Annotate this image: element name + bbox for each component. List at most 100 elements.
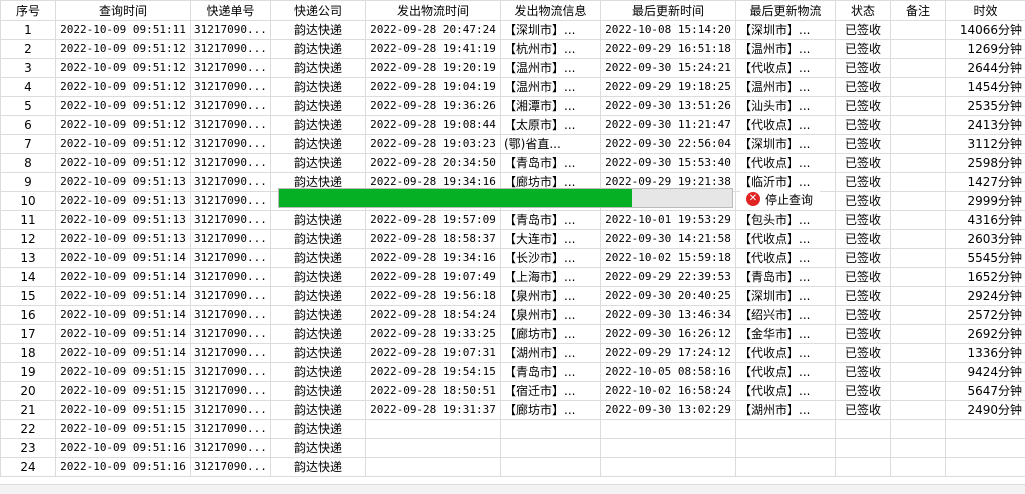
cell-index[interactable]: 5 bbox=[1, 97, 56, 116]
cell-duration[interactable]: 1652分钟 bbox=[946, 268, 1025, 287]
cell-tracking-no[interactable]: 31217090... bbox=[191, 59, 271, 78]
cell-status[interactable]: 已签收 bbox=[836, 287, 891, 306]
cell-send-time[interactable]: 2022-09-28 19:20:19 bbox=[366, 59, 501, 78]
cell-send-time[interactable] bbox=[366, 420, 501, 439]
cell-remark[interactable] bbox=[891, 401, 946, 420]
cell-send-time[interactable]: 2022-09-28 19:03:23 bbox=[366, 135, 501, 154]
cell-index[interactable]: 20 bbox=[1, 382, 56, 401]
cell-duration[interactable]: 2692分钟 bbox=[946, 325, 1025, 344]
cell-send-time[interactable]: 2022-09-28 19:56:18 bbox=[366, 287, 501, 306]
cell-courier[interactable]: 韵达快递 bbox=[271, 59, 366, 78]
cell-courier[interactable]: 韵达快递 bbox=[271, 363, 366, 382]
cell-last-update-time[interactable]: 2022-10-01 19:53:29 bbox=[601, 211, 736, 230]
cell-duration[interactable]: 3112分钟 bbox=[946, 135, 1025, 154]
cell-query-time[interactable]: 2022-10-09 09:51:15 bbox=[56, 363, 191, 382]
cell-send-time[interactable]: 2022-09-28 19:07:31 bbox=[366, 344, 501, 363]
cell-duration[interactable]: 2535分钟 bbox=[946, 97, 1025, 116]
cell-status[interactable]: 已签收 bbox=[836, 325, 891, 344]
cell-send-time[interactable]: 2022-09-28 19:04:19 bbox=[366, 78, 501, 97]
cell-courier[interactable]: 韵达快递 bbox=[271, 458, 366, 477]
cell-query-time[interactable]: 2022-10-09 09:51:14 bbox=[56, 249, 191, 268]
cell-query-time[interactable]: 2022-10-09 09:51:14 bbox=[56, 306, 191, 325]
cell-remark[interactable] bbox=[891, 306, 946, 325]
cell-send-time[interactable]: 2022-09-28 19:36:26 bbox=[366, 97, 501, 116]
cell-remark[interactable] bbox=[891, 21, 946, 40]
cell-remark[interactable] bbox=[891, 211, 946, 230]
cell-index[interactable]: 2 bbox=[1, 40, 56, 59]
cell-last-update-info[interactable]: 【代收点】... bbox=[736, 249, 836, 268]
cell-send-info[interactable]: 【上海市】... bbox=[501, 268, 601, 287]
cell-last-update-info[interactable]: 【代收点】... bbox=[736, 382, 836, 401]
cell-tracking-no[interactable]: 31217090... bbox=[191, 401, 271, 420]
cell-duration[interactable]: 1427分钟 bbox=[946, 173, 1025, 192]
cell-last-update-time[interactable]: 2022-09-29 16:51:18 bbox=[601, 40, 736, 59]
cell-send-info[interactable]: 【泉州市】... bbox=[501, 306, 601, 325]
cell-remark[interactable] bbox=[891, 458, 946, 477]
cell-send-info[interactable]: 【温州市】... bbox=[501, 59, 601, 78]
cell-query-time[interactable]: 2022-10-09 09:51:14 bbox=[56, 325, 191, 344]
cell-index[interactable]: 22 bbox=[1, 420, 56, 439]
col-header-remark[interactable]: 备注 bbox=[891, 1, 946, 21]
cell-status[interactable]: 已签收 bbox=[836, 363, 891, 382]
cell-last-update-time[interactable]: 2022-09-29 22:39:53 bbox=[601, 268, 736, 287]
cell-last-update-info[interactable]: 【代收点】... bbox=[736, 344, 836, 363]
cell-courier[interactable]: 韵达快递 bbox=[271, 154, 366, 173]
cell-duration[interactable]: 1336分钟 bbox=[946, 344, 1025, 363]
cell-last-update-info[interactable] bbox=[736, 420, 836, 439]
cell-status[interactable]: 已签收 bbox=[836, 211, 891, 230]
cell-last-update-info[interactable]: 【青岛市】... bbox=[736, 268, 836, 287]
cell-index[interactable]: 24 bbox=[1, 458, 56, 477]
cell-send-time[interactable]: 2022-09-28 18:50:51 bbox=[366, 382, 501, 401]
cell-duration[interactable]: 2413分钟 bbox=[946, 116, 1025, 135]
cell-query-time[interactable]: 2022-10-09 09:51:16 bbox=[56, 439, 191, 458]
cell-send-info[interactable] bbox=[501, 439, 601, 458]
cell-query-time[interactable]: 2022-10-09 09:51:11 bbox=[56, 21, 191, 40]
col-header-last-update-info[interactable]: 最后更新物流 bbox=[736, 1, 836, 21]
cell-status[interactable] bbox=[836, 439, 891, 458]
cell-status[interactable]: 已签收 bbox=[836, 306, 891, 325]
cell-index[interactable]: 18 bbox=[1, 344, 56, 363]
table-row[interactable]: 112022-10-09 09:51:1331217090...韵达快递2022… bbox=[1, 211, 1025, 230]
cell-index[interactable]: 8 bbox=[1, 154, 56, 173]
table-row[interactable]: 242022-10-09 09:51:1631217090...韵达快递 bbox=[1, 458, 1025, 477]
cell-tracking-no[interactable]: 31217090... bbox=[191, 344, 271, 363]
cell-query-time[interactable]: 2022-10-09 09:51:12 bbox=[56, 59, 191, 78]
cell-duration[interactable] bbox=[946, 420, 1025, 439]
cell-tracking-no[interactable]: 31217090... bbox=[191, 287, 271, 306]
table-row[interactable]: 72022-10-09 09:51:1231217090...韵达快递2022-… bbox=[1, 135, 1025, 154]
cell-courier[interactable]: 韵达快递 bbox=[271, 439, 366, 458]
cell-duration[interactable]: 5647分钟 bbox=[946, 382, 1025, 401]
cell-last-update-time[interactable]: 2022-10-08 15:14:20 bbox=[601, 21, 736, 40]
cell-last-update-info[interactable]: 【深圳市】... bbox=[736, 21, 836, 40]
cell-send-info[interactable] bbox=[501, 420, 601, 439]
cell-last-update-time[interactable] bbox=[601, 458, 736, 477]
cell-last-update-info[interactable]: 【温州市】... bbox=[736, 78, 836, 97]
cell-remark[interactable] bbox=[891, 287, 946, 306]
col-header-index[interactable]: 序号 bbox=[1, 1, 56, 21]
cell-duration[interactable]: 4316分钟 bbox=[946, 211, 1025, 230]
table-row[interactable]: 212022-10-09 09:51:1531217090...韵达快递2022… bbox=[1, 401, 1025, 420]
cell-query-time[interactable]: 2022-10-09 09:51:13 bbox=[56, 230, 191, 249]
cell-query-time[interactable]: 2022-10-09 09:51:12 bbox=[56, 97, 191, 116]
cell-last-update-info[interactable]: 【代收点】... bbox=[736, 154, 836, 173]
cell-status[interactable]: 已签收 bbox=[836, 40, 891, 59]
cell-status[interactable]: 已签收 bbox=[836, 173, 891, 192]
cell-remark[interactable] bbox=[891, 154, 946, 173]
table-row[interactable]: 62022-10-09 09:51:1231217090...韵达快递2022-… bbox=[1, 116, 1025, 135]
cell-send-time[interactable]: 2022-09-28 19:31:37 bbox=[366, 401, 501, 420]
cell-send-info[interactable]: 【大连市】... bbox=[501, 230, 601, 249]
cell-tracking-no[interactable]: 31217090... bbox=[191, 382, 271, 401]
cell-send-time[interactable] bbox=[366, 458, 501, 477]
cell-send-time[interactable]: 2022-09-28 19:54:15 bbox=[366, 363, 501, 382]
cell-index[interactable]: 23 bbox=[1, 439, 56, 458]
cell-index[interactable]: 3 bbox=[1, 59, 56, 78]
cell-tracking-no[interactable]: 31217090... bbox=[191, 97, 271, 116]
cell-last-update-time[interactable]: 2022-10-02 15:59:18 bbox=[601, 249, 736, 268]
col-header-send-info[interactable]: 发出物流信息 bbox=[501, 1, 601, 21]
cell-last-update-time[interactable] bbox=[601, 439, 736, 458]
table-row[interactable]: 32022-10-09 09:51:1231217090...韵达快递2022-… bbox=[1, 59, 1025, 78]
cell-tracking-no[interactable]: 31217090... bbox=[191, 306, 271, 325]
cell-last-update-info[interactable]: 【代收点】... bbox=[736, 230, 836, 249]
cell-remark[interactable] bbox=[891, 325, 946, 344]
cell-send-time[interactable]: 2022-09-28 20:34:50 bbox=[366, 154, 501, 173]
